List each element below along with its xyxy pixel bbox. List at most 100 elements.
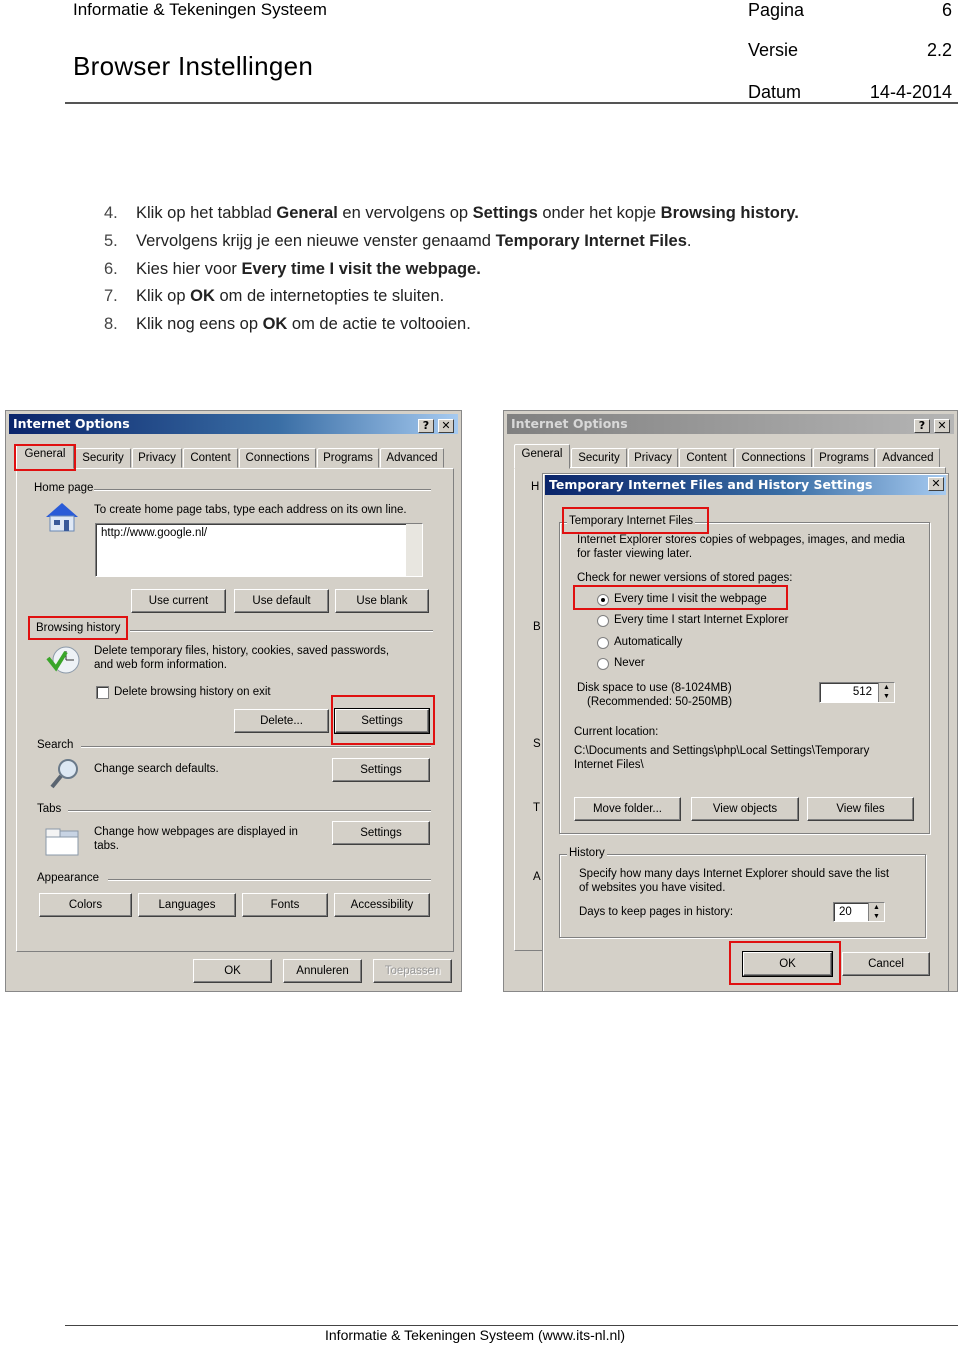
house-icon	[46, 503, 78, 532]
tif-group	[559, 522, 930, 834]
home-page-label: Home page	[34, 482, 94, 494]
help-button[interactable]: ?	[418, 419, 434, 433]
use-blank-button[interactable]: Use blank	[335, 589, 429, 613]
footer-text: Informatie & Tekeningen Systeem (www.its…	[325, 1327, 626, 1343]
home-page-url: http://www.google.nl/	[101, 527, 208, 539]
help-button[interactable]: ?	[914, 419, 930, 433]
disk-space-value: 512	[852, 686, 872, 698]
disk-space-stepper[interactable]: 512 ▲ ▼	[819, 682, 895, 703]
tab-security[interactable]: Security	[75, 448, 131, 468]
highlight-settings-button	[331, 695, 435, 745]
sub-dialog-title: Temporary Internet Files and History Set…	[549, 477, 873, 492]
org-name: Informatie & Tekeningen Systeem	[73, 0, 327, 19]
tab-content[interactable]: Content	[183, 448, 238, 468]
delete-button[interactable]: Delete...	[234, 709, 329, 733]
dialog-title: Internet Options	[13, 416, 130, 431]
tabs-desc-1: Change how webpages are displayed in	[94, 826, 298, 838]
check-label: Check for newer versions of stored pages…	[577, 572, 793, 584]
browsing-history-desc-2: and web form information.	[94, 659, 227, 671]
use-current-button[interactable]: Use current	[131, 589, 226, 613]
page-label: Pagina	[748, 0, 805, 20]
colors-button[interactable]: Colors	[39, 893, 132, 917]
apply-button[interactable]: Toepassen	[373, 959, 452, 983]
close-button[interactable]: ✕	[928, 477, 944, 491]
ok-button[interactable]: OK	[193, 959, 272, 983]
tab-advanced[interactable]: Advanced	[876, 448, 940, 468]
spin-arrows-icon[interactable]: ▲ ▼	[878, 683, 894, 702]
step-5: 5. Vervolgens krijg je een nieuwe venster…	[104, 231, 692, 250]
languages-button[interactable]: Languages	[138, 893, 236, 917]
page-title: Browser Instellingen	[73, 51, 314, 81]
dialog-title: Internet Options	[511, 416, 628, 431]
view-files-button[interactable]: View files	[807, 797, 914, 821]
radio-automatically[interactable]	[597, 637, 609, 649]
cancel-button[interactable]: Cancel	[842, 952, 930, 976]
obscured-label: T	[533, 802, 541, 814]
tab-content[interactable]: Content	[679, 448, 734, 468]
move-folder-button[interactable]: Move folder...	[574, 797, 681, 821]
cancel-button[interactable]: Annuleren	[283, 959, 362, 983]
instruction-list: 4. Klik op het tabblad General en vervolg…	[104, 200, 799, 339]
tab-connections[interactable]: Connections	[239, 448, 316, 468]
history-desc-1: Specify how many days Internet Explorer …	[579, 868, 890, 880]
step-8: 8. Klik nog eens op OK om de actie te vol…	[104, 315, 471, 334]
magnifier-icon	[50, 759, 78, 789]
highlight-tif-label	[562, 507, 709, 534]
title-bar: Internet Options ? ✕	[9, 414, 458, 434]
obscured-label: B	[533, 621, 541, 633]
tabs-icon	[45, 828, 79, 856]
obscured-label: S	[533, 738, 541, 750]
highlight-ok-button	[729, 941, 841, 985]
view-objects-button[interactable]: View objects	[691, 797, 799, 821]
tab-privacy[interactable]: Privacy	[132, 448, 182, 468]
tabs-settings-button[interactable]: Settings	[332, 821, 430, 845]
version-label: Versie	[748, 40, 799, 60]
tif-desc-1: Internet Explorer stores copies of webpa…	[577, 534, 905, 546]
radio-every-start[interactable]	[597, 615, 609, 627]
fonts-button[interactable]: Fonts	[242, 893, 328, 917]
radio-never[interactable]	[597, 658, 609, 670]
scrollbar[interactable]	[406, 524, 422, 576]
home-page-input[interactable]: http://www.google.nl/	[95, 523, 423, 577]
title-bar: Internet Options ? ✕	[507, 414, 954, 434]
search-label: Search	[37, 739, 74, 751]
search-desc: Change search defaults.	[94, 763, 219, 775]
tab-privacy[interactable]: Privacy	[628, 448, 678, 468]
accessibility-button[interactable]: Accessibility	[334, 893, 430, 917]
header-rule	[65, 102, 958, 104]
tab-programs[interactable]: Programs	[317, 448, 379, 468]
tabs-desc-2: tabs.	[94, 840, 119, 852]
obscured-label: H	[531, 481, 540, 493]
delete-on-exit-checkbox[interactable]	[96, 686, 109, 699]
option-every-start: Every time I start Internet Explorer	[614, 614, 789, 626]
history-label: History	[567, 847, 607, 859]
tif-desc-2: for faster viewing later.	[577, 548, 693, 560]
highlight-every-visit	[573, 585, 788, 610]
divider	[68, 810, 431, 812]
home-page-hint: To create home page tabs, type each addr…	[94, 504, 407, 516]
option-automatically: Automatically	[614, 636, 683, 648]
tab-security[interactable]: Security	[571, 448, 627, 468]
tab-general[interactable]: General	[514, 444, 570, 469]
clock-icon	[46, 646, 80, 674]
tab-connections[interactable]: Connections	[735, 448, 812, 468]
page-value: 6	[941, 0, 952, 20]
current-location-2: Internet Files\	[574, 759, 644, 771]
divider	[130, 630, 433, 632]
days-stepper[interactable]: 20 ▲ ▼	[833, 902, 885, 922]
tab-programs[interactable]: Programs	[813, 448, 875, 468]
close-button[interactable]: ✕	[934, 419, 950, 433]
tabs-label: Tabs	[37, 803, 62, 815]
date-label: Datum	[748, 82, 802, 102]
search-settings-button[interactable]: Settings	[332, 758, 430, 782]
history-group	[559, 854, 926, 938]
highlight-browsing-history	[28, 616, 128, 640]
version-value: 2.2	[926, 40, 952, 60]
spin-arrows-icon[interactable]: ▲ ▼	[868, 903, 884, 921]
step-6: 6. Kies hier voor Every time I visit the …	[104, 259, 481, 278]
tab-advanced[interactable]: Advanced	[380, 448, 444, 468]
days-label: Days to keep pages in history:	[579, 906, 734, 918]
use-default-button[interactable]: Use default	[234, 589, 329, 613]
date-value: 14-4-2014	[869, 82, 952, 102]
close-button[interactable]: ✕	[438, 419, 454, 433]
